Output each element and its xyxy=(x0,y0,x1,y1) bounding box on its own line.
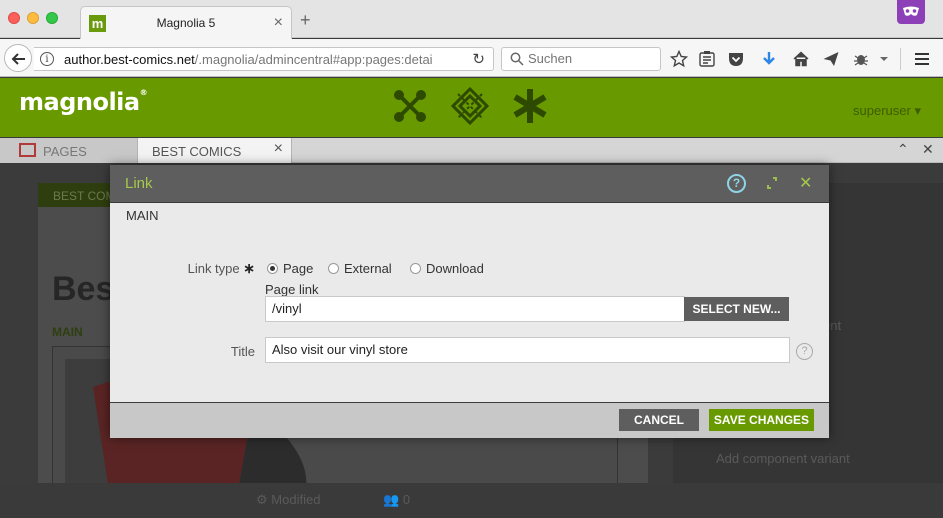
link-dialog: Link ? ✕ MAIN Link type ∗ Page External … xyxy=(110,165,829,438)
collapse-icon[interactable]: ⌃ xyxy=(897,141,909,158)
title-field-label: Title xyxy=(230,344,255,359)
radio-circle xyxy=(410,263,421,274)
back-button[interactable] xyxy=(4,44,32,72)
close-dialog-icon[interactable]: ✕ xyxy=(799,173,812,193)
app-launcher-icon[interactable] xyxy=(390,86,430,126)
browser-tab-title: Magnolia 5 xyxy=(156,16,216,30)
send-icon[interactable] xyxy=(822,50,840,68)
chevron-down-icon: ▾ xyxy=(914,103,921,118)
reload-icon[interactable]: ↻ xyxy=(472,50,485,68)
dialog-section-title: MAIN xyxy=(126,208,159,223)
magnolia-logo[interactable]: magnolia® xyxy=(19,88,148,116)
radio-circle xyxy=(267,263,278,274)
search-input[interactable] xyxy=(528,51,656,66)
add-component-variant-action: Add component variant xyxy=(716,451,850,466)
close-tab-icon[interactable]: × xyxy=(274,140,283,158)
title-field[interactable]: Also visit our vinyl store xyxy=(265,337,790,363)
browser-tab-bar: m Magnolia 5 × + xyxy=(0,0,943,39)
close-app-icon[interactable]: ✕ xyxy=(922,141,934,158)
page-preview-title: Bes xyxy=(52,270,115,308)
browser-tab[interactable]: m Magnolia 5 × xyxy=(80,6,292,39)
favorites-asterisk-icon[interactable] xyxy=(510,86,550,126)
private-mask-icon[interactable] xyxy=(897,0,925,24)
tab-best-comics[interactable]: BEST COMICS × xyxy=(138,138,292,163)
status-modified: ⚙ Modified xyxy=(256,492,321,507)
home-icon[interactable] xyxy=(792,50,810,68)
page-link-label: Page link xyxy=(265,282,319,297)
expand-icon[interactable] xyxy=(764,174,780,192)
new-tab-icon[interactable]: + xyxy=(300,10,311,31)
pages-app-icon xyxy=(19,143,36,157)
window-minimize-button[interactable] xyxy=(27,12,39,24)
dialog-title: Link xyxy=(125,175,153,192)
tab-close-icon[interactable]: × xyxy=(274,14,283,32)
search-icon xyxy=(510,52,524,66)
pulse-icon[interactable] xyxy=(450,86,490,126)
tab-best-comics-label: BEST COMICS xyxy=(152,144,242,159)
extension-bug-icon[interactable] xyxy=(852,50,870,68)
toolbar-divider xyxy=(900,48,901,70)
window-zoom-button[interactable] xyxy=(46,12,58,24)
status-bar: ⚙ Modified 👥 0 xyxy=(0,483,943,518)
search-field[interactable] xyxy=(501,47,661,71)
url-text: author.best-comics.net/.magnolia/admince… xyxy=(64,52,433,67)
page-preview-main-label: MAIN xyxy=(52,325,83,339)
help-icon[interactable]: ? xyxy=(727,174,746,193)
tab-pages-label: PAGES xyxy=(43,144,87,159)
back-arrow-icon xyxy=(11,53,25,65)
url-field[interactable]: i author.best-comics.net/.magnolia/admin… xyxy=(34,47,494,71)
user-menu[interactable]: superuser ▾ xyxy=(853,103,921,119)
field-help-icon[interactable]: ? xyxy=(796,343,813,360)
dialog-header: Link ? ✕ xyxy=(110,165,829,202)
magnolia-header: magnolia® superuser ▾ xyxy=(0,78,943,137)
status-user-count: 👥 0 xyxy=(383,492,411,507)
site-info-icon[interactable]: i xyxy=(40,52,54,66)
page-link-field[interactable]: /vinyl xyxy=(265,296,685,322)
app-tab-bar: PAGES BEST COMICS × ⌃ ✕ xyxy=(0,138,943,163)
tab-pages[interactable]: PAGES xyxy=(0,138,138,163)
download-icon[interactable] xyxy=(760,50,778,68)
bookmark-star-icon[interactable] xyxy=(670,50,688,68)
chevron-down-icon[interactable] xyxy=(878,50,890,68)
link-type-label: Link type ∗ xyxy=(187,260,255,276)
browser-toolbar: i author.best-comics.net/.magnolia/admin… xyxy=(0,39,943,77)
reading-list-icon[interactable] xyxy=(698,50,716,68)
window-close-button[interactable] xyxy=(8,12,20,24)
dialog-divider xyxy=(110,202,829,203)
pocket-icon[interactable] xyxy=(727,50,745,68)
radio-circle xyxy=(328,263,339,274)
save-changes-button[interactable]: SAVE CHANGES xyxy=(709,409,814,431)
dialog-footer: CANCEL SAVE CHANGES xyxy=(110,403,829,438)
cancel-button[interactable]: CANCEL xyxy=(619,409,699,431)
hamburger-menu-icon[interactable] xyxy=(913,50,931,68)
select-new-button[interactable]: SELECT NEW... xyxy=(684,297,789,321)
